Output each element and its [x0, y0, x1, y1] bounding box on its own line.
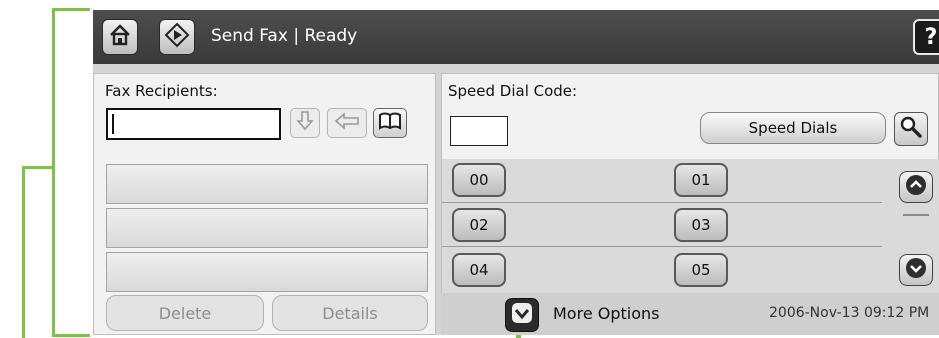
add-recipient-button[interactable] — [290, 108, 320, 138]
scroll-position-indicator — [903, 214, 929, 216]
speed-dial-code-02[interactable]: 02 — [452, 208, 506, 242]
speed-dial-code-04[interactable]: 04 — [452, 253, 506, 287]
control-panel-screen: Send Fax | Ready ? Fax Recipients: Delet… — [93, 10, 939, 335]
help-button[interactable]: ? — [913, 19, 939, 55]
title-bar: Send Fax | Ready ? — [93, 10, 939, 64]
callout-leader-vertical — [22, 166, 25, 338]
scroll-down-button[interactable] — [899, 254, 933, 286]
speed-dial-code-00[interactable]: 00 — [452, 163, 506, 197]
speed-dials-button[interactable]: Speed Dials — [700, 112, 886, 144]
address-book-icon — [378, 111, 402, 135]
details-button[interactable]: Details — [272, 295, 428, 331]
text-caret — [112, 114, 114, 134]
chevron-down-icon — [905, 257, 927, 283]
start-diamond-icon — [164, 22, 190, 52]
start-button[interactable] — [159, 19, 195, 55]
callout-leader-horizontal — [22, 166, 54, 169]
speed-dial-list: 00 01 02 03 04 05 — [442, 159, 939, 294]
backspace-button[interactable] — [327, 108, 367, 138]
arrow-left-icon — [334, 112, 360, 134]
scroll-up-button[interactable] — [899, 171, 933, 203]
fax-recipient-input[interactable] — [106, 108, 281, 140]
date-time-display: 2006-Nov-13 09:12 PM — [769, 305, 930, 321]
callout-bracket-top — [52, 8, 90, 11]
recipient-row-2[interactable] — [106, 208, 428, 248]
speed-dial-panel: Speed Dial Code: Speed Dials 00 01 02 03… — [441, 73, 939, 294]
delete-button[interactable]: Delete — [106, 295, 264, 331]
search-button[interactable] — [894, 112, 928, 146]
arrow-down-icon — [295, 110, 315, 136]
recipient-row-3[interactable] — [106, 252, 428, 292]
speed-dial-code-input[interactable] — [450, 116, 508, 146]
fax-recipients-panel: Fax Recipients: Delete Details — [93, 73, 436, 335]
speed-dial-code-03[interactable]: 03 — [674, 208, 728, 242]
chevron-up-icon — [905, 174, 927, 200]
recipient-row-1[interactable] — [106, 164, 428, 204]
address-book-button[interactable] — [373, 108, 407, 138]
speed-dial-code-label: Speed Dial Code: — [448, 82, 578, 100]
home-button[interactable] — [102, 19, 138, 55]
page-title: Send Fax | Ready — [211, 26, 358, 46]
callout-bracket-spine — [52, 8, 55, 337]
callout-bracket-bottom — [52, 334, 90, 337]
search-icon — [899, 115, 923, 143]
fax-recipients-label: Fax Recipients: — [105, 82, 218, 100]
chevron-down-icon — [510, 301, 534, 329]
home-icon — [108, 23, 132, 51]
speed-dial-code-05[interactable]: 05 — [674, 253, 728, 287]
more-options-button[interactable] — [505, 298, 539, 332]
more-options-label[interactable]: More Options — [553, 304, 659, 323]
status-bar: More Options 2006-Nov-13 09:12 PM — [441, 293, 939, 335]
speed-dial-code-01[interactable]: 01 — [674, 163, 728, 197]
row-divider — [442, 202, 882, 203]
row-divider — [442, 246, 882, 247]
